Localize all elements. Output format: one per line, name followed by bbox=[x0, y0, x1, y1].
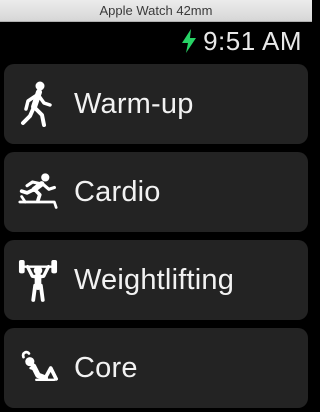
status-bar: 9:51 AM bbox=[181, 26, 302, 56]
menu-item-label: Core bbox=[74, 351, 138, 384]
menu-item-label: Weightlifting bbox=[74, 263, 235, 296]
window-title-bar: Apple Watch 42mm bbox=[0, 0, 312, 22]
window-title: Apple Watch 42mm bbox=[99, 3, 213, 18]
treadmill-runner-icon bbox=[18, 168, 58, 216]
menu-item-weightlifting[interactable]: Weightlifting bbox=[4, 240, 308, 320]
lightning-bolt-icon bbox=[181, 29, 197, 53]
menu-item-label: Cardio bbox=[74, 175, 161, 208]
situp-icon bbox=[18, 344, 58, 392]
menu-item-core[interactable]: Core bbox=[4, 328, 308, 408]
walking-person-icon bbox=[18, 80, 58, 128]
menu-item-warm-up[interactable]: Warm-up bbox=[4, 64, 308, 144]
weightlifter-icon bbox=[18, 256, 58, 304]
watch-screen: 9:51 AM Warm-up Cardio Weightlifting Cor… bbox=[0, 22, 312, 412]
menu-item-label: Warm-up bbox=[74, 87, 194, 120]
clock-time: 9:51 AM bbox=[203, 25, 302, 56]
menu-item-cardio[interactable]: Cardio bbox=[4, 152, 308, 232]
